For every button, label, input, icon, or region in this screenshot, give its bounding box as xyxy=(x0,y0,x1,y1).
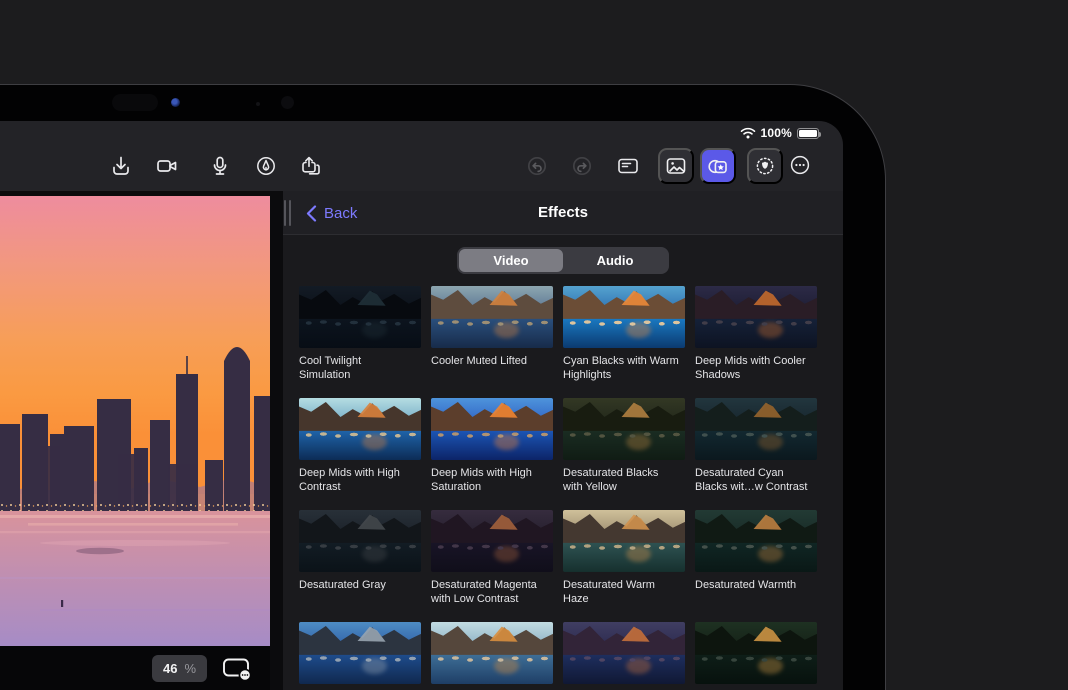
status-bar: 100% xyxy=(740,126,820,140)
effect-label: Cool Twilight Simulation xyxy=(299,355,415,382)
effect-label: Desaturated Cyan Blacks wit…w Contrast xyxy=(695,467,811,494)
effect-item[interactable]: Deep Mids with High Saturation xyxy=(431,398,553,510)
effects-panel-header: Back Effects xyxy=(283,191,843,235)
front-camera-pill xyxy=(112,94,158,111)
effect-thumbnail[interactable] xyxy=(299,622,421,684)
effect-label: Deep Mids with High Contrast xyxy=(299,467,415,494)
sunset-city-image xyxy=(0,196,270,646)
effect-thumbnail[interactable] xyxy=(563,510,685,572)
voice-isolation-button[interactable] xyxy=(747,148,783,184)
effect-label: Desaturated Warmth xyxy=(695,579,811,593)
effect-thumbnail[interactable] xyxy=(695,398,817,460)
effect-thumbnail[interactable] xyxy=(431,622,553,684)
effect-item[interactable]: Cool Twilight Simulation xyxy=(299,286,421,398)
undo-icon[interactable] xyxy=(526,155,548,177)
effect-item[interactable] xyxy=(695,622,817,690)
media-browser-button[interactable] xyxy=(658,148,694,184)
voice-isolation-icon xyxy=(754,155,776,177)
top-toolbar: 100% xyxy=(0,121,843,191)
effect-item[interactable]: Desaturated Warm Haze xyxy=(563,510,685,622)
effect-item[interactable] xyxy=(563,622,685,690)
effect-thumbnail[interactable] xyxy=(695,510,817,572)
panel-drag-handle[interactable] xyxy=(284,200,291,226)
wifi-icon xyxy=(740,127,756,139)
bezel-sensor xyxy=(281,96,294,109)
effect-item[interactable]: Deep Mids with Cooler Shadows xyxy=(695,286,817,398)
ipad-device-bezel: 100% xyxy=(0,84,886,690)
effect-thumbnail[interactable] xyxy=(431,510,553,572)
effect-item[interactable] xyxy=(299,622,421,690)
effect-thumbnail[interactable] xyxy=(299,510,421,572)
effects-browser-button[interactable] xyxy=(700,148,736,184)
bezel-sensor-dot xyxy=(256,102,260,106)
import-icon[interactable] xyxy=(110,155,132,177)
zoom-level-control[interactable]: 46 % xyxy=(152,655,207,682)
effect-label: Desaturated Warm Haze xyxy=(563,579,679,606)
effect-label: Cooler Muted Lifted xyxy=(431,355,547,369)
viewer-options-icon[interactable] xyxy=(222,656,253,682)
back-label: Back xyxy=(324,205,357,222)
effect-thumbnail[interactable] xyxy=(431,286,553,348)
effects-panel: Back Effects Video Audio Cool Twilight S… xyxy=(283,191,843,690)
battery-percent: 100% xyxy=(761,126,793,140)
microphone-icon[interactable] xyxy=(209,155,231,177)
effect-label: Deep Mids with Cooler Shadows xyxy=(695,355,811,382)
effect-item[interactable]: Desaturated Gray xyxy=(299,510,421,622)
page: 100% xyxy=(0,0,1068,690)
effect-thumbnail[interactable] xyxy=(299,286,421,348)
record-icon[interactable] xyxy=(156,155,178,177)
more-icon[interactable] xyxy=(789,154,811,176)
viewer-preview[interactable] xyxy=(0,196,270,646)
viewer-bottom-bar: 46 % xyxy=(0,646,270,690)
effect-item[interactable]: Desaturated Blacks with Yellow xyxy=(563,398,685,510)
effect-thumbnail[interactable] xyxy=(563,398,685,460)
tab-video[interactable]: Video xyxy=(459,249,563,272)
panel-title: Effects xyxy=(283,191,843,235)
effect-thumbnail[interactable] xyxy=(695,622,817,684)
effects-grid: Cool Twilight Simulation Cooler Muted Li… xyxy=(299,286,817,690)
effect-thumbnail[interactable] xyxy=(563,622,685,684)
effect-item[interactable]: Desaturated Warmth xyxy=(695,510,817,622)
tab-audio[interactable]: Audio xyxy=(563,249,667,272)
effect-item[interactable] xyxy=(431,622,553,690)
effect-label: Desaturated Magenta with Low Contrast xyxy=(431,579,547,606)
effect-label: Deep Mids with High Saturation xyxy=(431,467,547,494)
effect-item[interactable]: Desaturated Cyan Blacks wit…w Contrast xyxy=(695,398,817,510)
effect-item[interactable]: Deep Mids with High Contrast xyxy=(299,398,421,510)
effect-thumbnail[interactable] xyxy=(563,286,685,348)
back-button[interactable]: Back xyxy=(306,191,357,235)
zoom-value: 46 xyxy=(163,661,177,676)
app-screen: 100% xyxy=(0,121,843,690)
chevron-left-icon xyxy=(306,205,317,222)
effect-item[interactable]: Desaturated Magenta with Low Contrast xyxy=(431,510,553,622)
front-camera-lens xyxy=(171,98,180,107)
effect-thumbnail[interactable] xyxy=(299,398,421,460)
effect-label: Cyan Blacks with Warm Highlights xyxy=(563,355,679,382)
effect-label: Desaturated Blacks with Yellow xyxy=(563,467,679,494)
effect-thumbnail[interactable] xyxy=(431,398,553,460)
share-icon[interactable] xyxy=(300,155,322,177)
effects-browser-icon xyxy=(707,155,729,177)
video-audio-segmented-control: Video Audio xyxy=(457,247,669,274)
effect-item[interactable]: Cooler Muted Lifted xyxy=(431,286,553,398)
effect-item[interactable]: Cyan Blacks with Warm Highlights xyxy=(563,286,685,398)
battery-icon xyxy=(797,128,819,139)
redo-icon[interactable] xyxy=(571,155,593,177)
pencil-tools-icon[interactable] xyxy=(255,155,277,177)
titles-icon[interactable] xyxy=(617,155,639,177)
effect-label: Desaturated Gray xyxy=(299,579,415,593)
media-browser-icon xyxy=(665,155,687,177)
zoom-unit: % xyxy=(184,661,196,676)
effect-thumbnail[interactable] xyxy=(695,286,817,348)
